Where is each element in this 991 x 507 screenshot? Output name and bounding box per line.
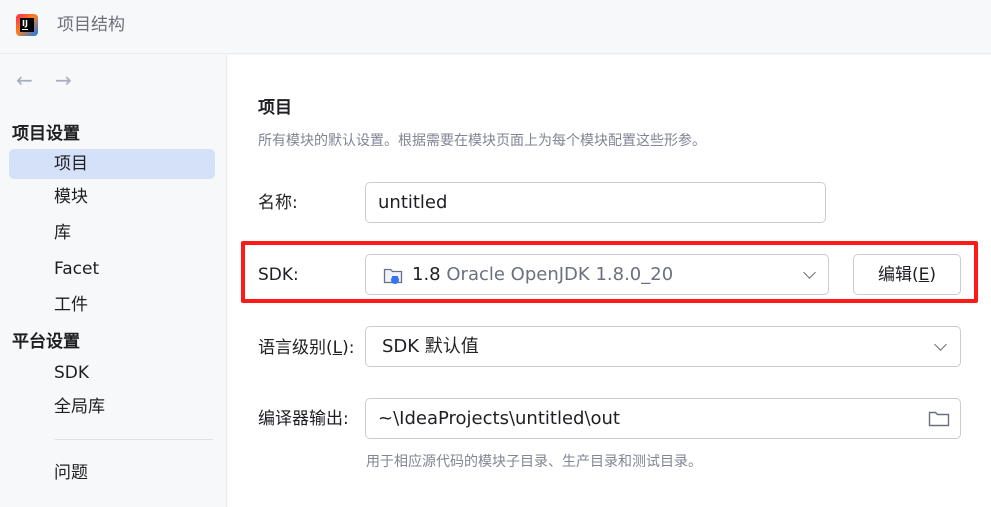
sidebar-item-sdk[interactable]: SDK <box>9 358 215 388</box>
sdk-version: 1.8 <box>412 264 441 285</box>
intellij-idea-logo-icon: IJ <box>16 14 38 36</box>
sidebar-item-label: Facet <box>54 259 100 279</box>
sdk-label: SDK: <box>258 265 299 285</box>
chevron-down-icon <box>803 266 816 279</box>
language-level-label-prefix: 语言级别( <box>258 338 333 358</box>
edit-button-label-suffix: ) <box>929 265 937 285</box>
sidebar-item-label: 全局库 <box>54 397 105 417</box>
language-level-select[interactable]: SDK 默认值 <box>365 326 961 367</box>
page-title: 项目 <box>258 98 292 118</box>
window-title: 项目结构 <box>57 15 125 35</box>
page-description: 所有模块的默认设置。根据需要在模块页面上为每个模块配置这些形参。 <box>258 133 706 149</box>
title-bar: IJ 项目结构 <box>0 0 991 54</box>
compiler-output-hint: 用于相应源代码的模块子目录、生产目录和测试目录。 <box>366 454 702 470</box>
sidebar-item-label: 模块 <box>54 187 88 207</box>
compiler-output-label: 编译器输出: <box>258 409 349 429</box>
sidebar-item-artifacts[interactable]: 工件 <box>9 290 215 320</box>
folder-icon[interactable] <box>928 409 950 429</box>
sidebar-item-facet[interactable]: Facet <box>9 254 215 284</box>
section-platform-settings: 平台设置 <box>12 332 80 352</box>
jdk-folder-icon <box>383 266 405 286</box>
sdk-name: Oracle OpenJDK 1.8.0_20 <box>446 264 674 285</box>
name-input-value: untitled <box>378 192 448 213</box>
sidebar-item-libraries[interactable]: 库 <box>9 218 215 248</box>
sidebar-item-label: 工件 <box>54 295 88 315</box>
language-level-value: SDK 默认值 <box>382 336 479 357</box>
chevron-down-icon <box>934 338 947 351</box>
forward-arrow-icon[interactable]: → <box>55 69 72 91</box>
edit-sdk-button[interactable]: 编辑(E) <box>853 254 961 295</box>
language-level-mnemonic: L <box>332 338 343 358</box>
sidebar-item-global-libraries[interactable]: 全局库 <box>9 392 215 422</box>
sidebar-item-modules[interactable]: 模块 <box>9 182 215 212</box>
sidebar-item-label: SDK <box>54 363 90 383</box>
back-arrow-icon[interactable]: ← <box>16 69 33 91</box>
compiler-output-input[interactable]: ~\IdeaProjects\untitled\out <box>365 398 961 439</box>
compiler-output-value: ~\IdeaProjects\untitled\out <box>378 408 620 429</box>
sdk-select[interactable]: 1.8 Oracle OpenJDK 1.8.0_20 <box>365 254 829 295</box>
edit-button-mnemonic: E <box>918 265 930 285</box>
language-level-label-suffix: ): <box>342 338 355 358</box>
sidebar-item-problems[interactable]: 问题 <box>9 458 215 488</box>
main-panel: 项目 所有模块的默认设置。根据需要在模块页面上为每个模块配置这些形参。 名称: … <box>228 55 991 507</box>
section-project-settings: 项目设置 <box>12 124 80 144</box>
name-label: 名称: <box>258 193 298 213</box>
language-level-label: 语言级别(L): <box>258 337 355 359</box>
edit-button-label-prefix: 编辑( <box>877 265 919 285</box>
sidebar-item-project[interactable]: 项目 <box>9 149 215 179</box>
name-input[interactable]: untitled <box>365 182 826 223</box>
sidebar-item-label: 项目 <box>54 154 88 174</box>
sidebar: ← → 项目设置 项目 模块 库 Facet 工件 平台设置 SDK 全局库 问… <box>0 55 227 507</box>
sidebar-item-label: 库 <box>54 223 71 243</box>
sidebar-divider <box>55 439 213 440</box>
logo-text: IJ <box>22 19 28 28</box>
sidebar-item-label: 问题 <box>54 463 88 483</box>
